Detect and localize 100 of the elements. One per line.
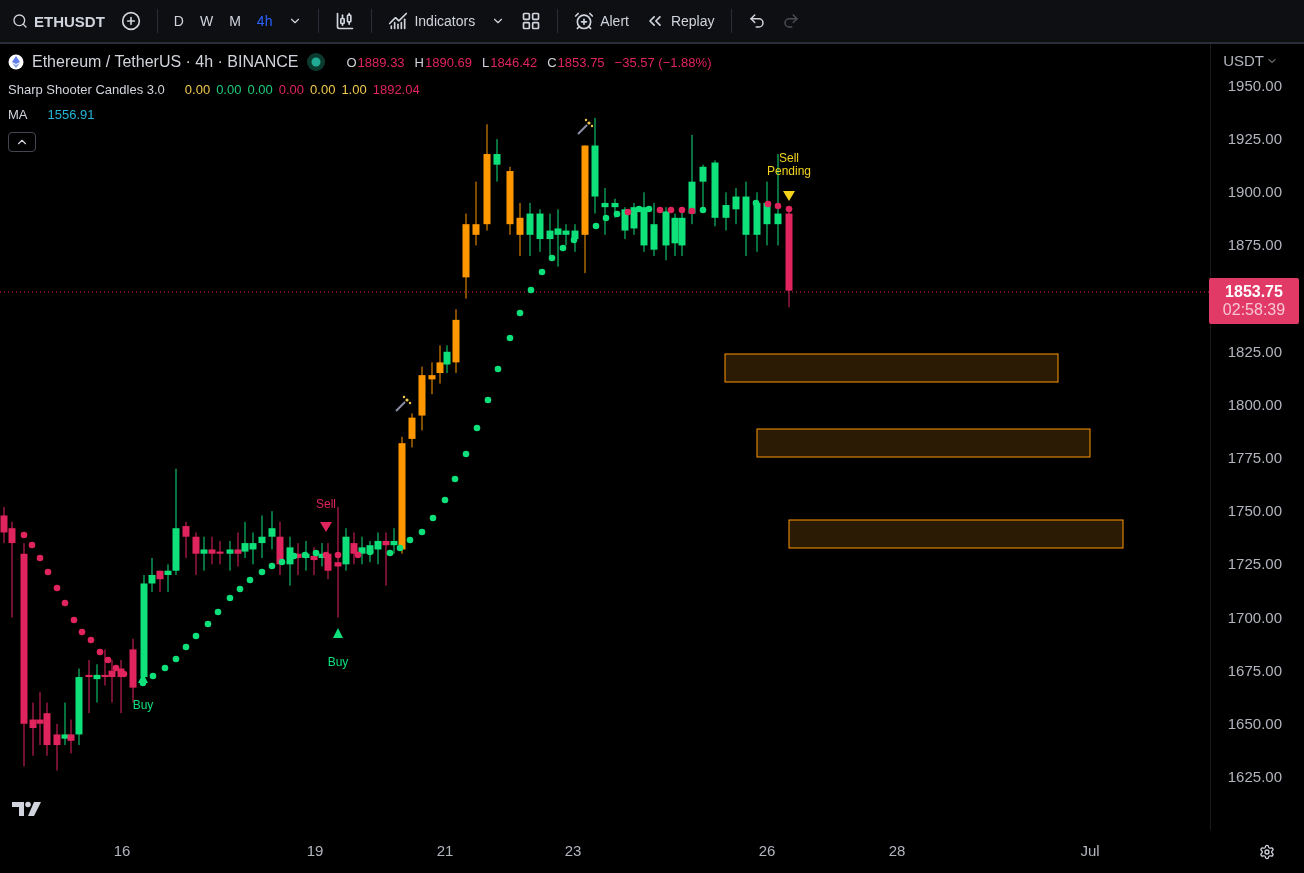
trend-dot: [462, 450, 470, 458]
indicator-value: 1892.04: [372, 82, 420, 97]
trend-dot: [36, 554, 44, 562]
candle: [493, 138, 501, 183]
symbol-title: Ethereum / TetherUS · 4h · BINANCE: [32, 53, 299, 71]
candle: [408, 412, 416, 448]
trend-dot: [494, 365, 502, 373]
candle: [516, 202, 524, 257]
candle: [182, 521, 190, 559]
trend-dot: [396, 544, 404, 552]
alert-button[interactable]: Alert: [568, 7, 635, 35]
trend-dot: [258, 568, 266, 576]
up-triangle-icon: [333, 628, 343, 638]
trend-dot: [366, 548, 374, 556]
price-tick-label: 1725.00: [1227, 555, 1282, 573]
candle: [732, 187, 740, 225]
trend-dot: [667, 206, 675, 214]
trend-dot: [656, 206, 664, 214]
candle: [711, 159, 719, 227]
ohlc-label: O: [346, 54, 357, 70]
trend-dot: [516, 309, 524, 317]
trend-dot: [172, 655, 180, 663]
trend-dot: [527, 286, 535, 294]
trend-dot: [592, 222, 600, 230]
trend-dot: [268, 562, 276, 570]
signal-label: Buy: [326, 656, 350, 669]
time-tick-label: 19: [306, 842, 324, 859]
indicator-name: Sharp Shooter Candles 3.0: [8, 82, 165, 97]
trend-dot: [506, 334, 514, 342]
currency-dropdown[interactable]: USDT: [1223, 52, 1278, 69]
symbol-search-button[interactable]: ETHUSDT: [6, 8, 111, 34]
price-tick-label: 1875.00: [1227, 236, 1282, 254]
price-tick-label: 1825.00: [1227, 342, 1282, 360]
signal-label: Sell Pending: [765, 152, 812, 178]
candle: [526, 202, 534, 257]
candle: [601, 187, 609, 236]
trend-dot: [149, 672, 157, 680]
price-tick-label: 1800.00: [1227, 395, 1282, 413]
trend-dot: [53, 584, 61, 592]
ohlc-value: 1889.33: [357, 54, 405, 70]
ohlc-value: 1846.42: [490, 54, 538, 70]
trend-dot: [688, 207, 696, 215]
trend-dot: [301, 551, 309, 559]
trend-dot: [192, 632, 200, 640]
replay-button[interactable]: Replay: [638, 7, 721, 35]
time-tick-label: Jul: [1080, 842, 1100, 859]
trend-dot: [406, 536, 414, 544]
candle: [611, 198, 619, 219]
trend-dot: [70, 616, 78, 624]
trend-dot: [548, 254, 556, 262]
magic-wand-icon: [395, 395, 412, 412]
trend-dot: [354, 551, 362, 559]
trend-dot: [602, 214, 610, 222]
indicator-value: 0.00: [216, 82, 242, 97]
indicator-value: 0.00: [278, 82, 305, 97]
candle: [763, 181, 771, 246]
market-status-icon: [306, 52, 327, 72]
price-tick-label: 1900.00: [1227, 183, 1282, 201]
trend-dot: [645, 205, 653, 213]
trend-dot: [570, 236, 578, 244]
trend-dot: [204, 620, 212, 628]
candle: [506, 166, 514, 236]
trend-dot: [322, 551, 330, 559]
ohlc-value: 1853.75: [557, 54, 605, 70]
time-tick-label: 16: [113, 842, 131, 859]
indicator-value: 1556.91: [47, 107, 95, 122]
trend-dot: [226, 594, 234, 602]
time-tick-label: 23: [564, 842, 582, 859]
trend-dot: [613, 210, 621, 218]
candle: [722, 191, 730, 232]
interval-tab[interactable]: W: [193, 9, 220, 33]
alarm-clock-icon: [574, 11, 595, 31]
price-tick-label: 1950.00: [1227, 77, 1282, 94]
collapse-legend-button[interactable]: [8, 132, 36, 152]
down-triangle-icon: [783, 191, 795, 201]
trend-dot: [484, 396, 492, 404]
trend-dot: [678, 206, 686, 214]
ohlc-label: C: [547, 54, 557, 70]
candle: [472, 181, 480, 246]
coin-icon: [8, 54, 24, 70]
trend-dot: [752, 199, 760, 207]
price-tick-label: 1650.00: [1227, 714, 1282, 732]
price-tick-label: 1625.00: [1227, 767, 1282, 785]
candle: [699, 164, 707, 210]
time-tick-label: 21: [436, 842, 454, 859]
trend-dot: [278, 558, 286, 566]
indicators-button[interactable]: Indicators: [382, 7, 482, 35]
trend-dot: [451, 475, 459, 483]
indicator-name: MA: [8, 107, 28, 122]
ohlc-label: L: [482, 54, 490, 70]
price-change: −35.57 (−1.88%): [614, 54, 712, 70]
trend-dot: [386, 549, 394, 557]
interval-tab[interactable]: M: [223, 9, 247, 33]
trend-dot: [441, 496, 449, 504]
interval-tab[interactable]: 4h: [250, 9, 279, 33]
price-tick-label: 1925.00: [1227, 130, 1282, 148]
chart-icon: [388, 11, 409, 31]
interval-tab[interactable]: D: [167, 9, 190, 33]
trend-dot: [312, 549, 320, 557]
trend-dot: [290, 552, 298, 560]
